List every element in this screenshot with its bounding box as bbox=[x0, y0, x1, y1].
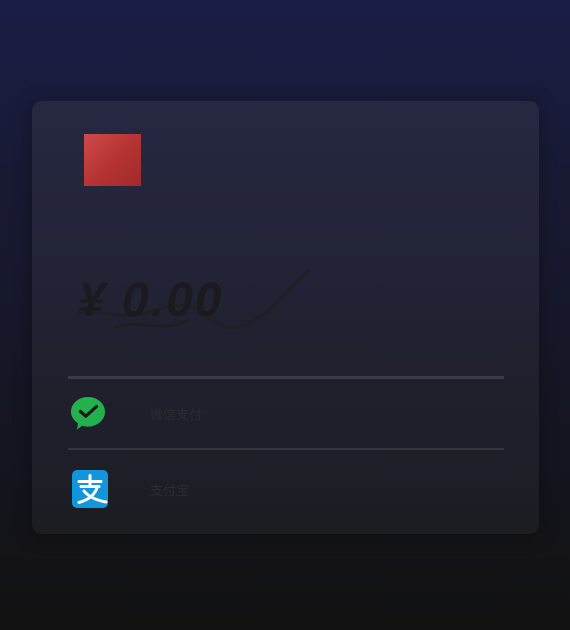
amount-divider bbox=[68, 376, 504, 379]
alipay-icon bbox=[72, 470, 108, 508]
wechat-pay-label: 微信支付 bbox=[150, 407, 203, 422]
payment-method-wechat[interactable]: 微信支付 bbox=[68, 384, 504, 444]
alipay-label: 支付宝 bbox=[150, 483, 190, 498]
payment-card: · ¥ 0.00 微信支付 支付宝 bbox=[32, 101, 539, 534]
amount-value: ¥ 0.00 bbox=[78, 274, 224, 327]
payment-amount: ¥ 0.00 bbox=[68, 259, 498, 359]
method-divider bbox=[68, 448, 504, 450]
merchant-logo-caption: · bbox=[111, 191, 114, 197]
merchant-logo bbox=[84, 134, 141, 186]
payment-method-alipay[interactable]: 支付宝 bbox=[68, 462, 504, 522]
wechat-pay-icon bbox=[71, 397, 105, 430]
